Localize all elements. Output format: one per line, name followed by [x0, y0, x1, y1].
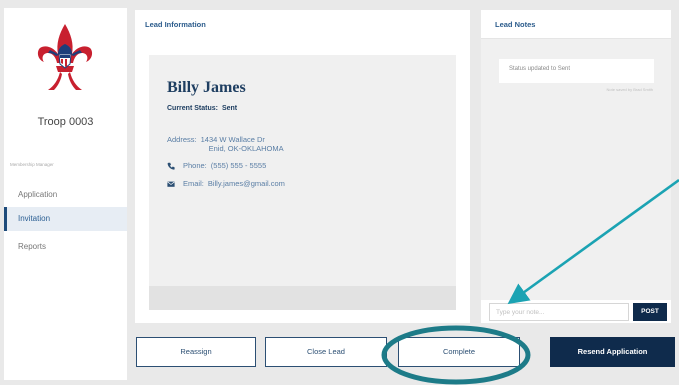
envelope-icon	[167, 181, 175, 187]
lead-information-panel: Lead Information Billy James Current Sta…	[135, 10, 470, 323]
lead-card: Billy James Current Status: Sent Address:…	[149, 55, 456, 310]
current-status: Current Status: Sent	[167, 105, 237, 112]
address-line2: Enid, OK-OKLAHOMA	[208, 144, 284, 153]
note-bubble: Status updated to Sent	[499, 59, 654, 83]
email-value[interactable]: Billy.james@gmail.com	[208, 179, 285, 188]
close-lead-button[interactable]: Close Lead	[265, 337, 387, 367]
note-input[interactable]	[489, 303, 629, 321]
status-label: Current Status:	[167, 105, 218, 112]
post-button[interactable]: POST	[633, 303, 667, 321]
complete-button[interactable]: Complete	[398, 337, 520, 367]
email-label: Email:	[183, 179, 204, 188]
email-row: Email: Billy.james@gmail.com	[167, 179, 285, 188]
bsa-fleur-de-lis-logo	[37, 24, 93, 90]
address: Address: 1434 W Wallace Dr Enid, OK-OKLA…	[167, 135, 284, 153]
lead-information-title: Lead Information	[145, 20, 206, 29]
phone-label: Phone:	[183, 161, 207, 170]
note-meta: Note saved by Brad Smith	[606, 87, 653, 92]
phone-icon	[167, 162, 175, 170]
section-label: Membership Manager	[10, 162, 54, 167]
sidebar-item-invitation[interactable]: Invitation	[4, 207, 127, 231]
address-label: Address:	[167, 135, 197, 144]
sidebar-item-reports[interactable]: Reports	[4, 235, 127, 259]
address-line1: 1434 W Wallace Dr	[200, 135, 265, 144]
status-value: Sent	[221, 105, 238, 112]
lead-name: Billy James	[167, 79, 246, 96]
sidebar-item-application[interactable]: Application	[4, 183, 127, 207]
lead-card-footer	[149, 286, 456, 310]
troop-name: Troop 0003	[37, 116, 94, 128]
reassign-button[interactable]: Reassign	[136, 337, 256, 367]
lead-notes-panel: Lead Notes Status updated to Sent Note s…	[481, 10, 671, 323]
resend-application-button[interactable]: Resend Application	[550, 337, 675, 367]
phone-value: (555) 555 - 5555	[210, 161, 267, 170]
notes-history[interactable]: Status updated to Sent Note saved by Bra…	[481, 38, 671, 300]
lead-notes-title: Lead Notes	[495, 20, 536, 29]
phone-row: Phone: (555) 555 - 5555	[167, 161, 266, 170]
sidebar: Troop 0003 Membership Manager Applicatio…	[4, 8, 127, 380]
